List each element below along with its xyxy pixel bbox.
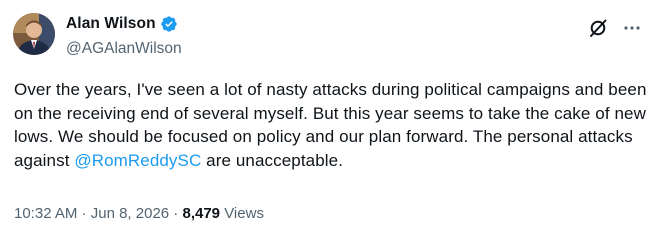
meta-separator: · [77,205,91,222]
author-name-row: Alan Wilson [66,14,178,34]
tweet-text: Over the years, I've seen a lot of nasty… [14,78,654,172]
grok-button[interactable] [588,18,608,38]
tweet-time[interactable]: 10:32 AM [14,204,77,224]
more-options-button[interactable] [622,18,642,38]
author-handle[interactable]: @AGAlanWilson [66,39,182,59]
views-label: Views [220,205,264,222]
author-name[interactable]: Alan Wilson [66,14,156,34]
tweet-text-after-mention: are unacceptable. [201,150,344,170]
avatar[interactable] [13,13,55,55]
views-count[interactable]: 8,479 [182,204,220,224]
avatar-image [13,13,55,55]
tweet-meta: 10:32 AM · Jun 8, 2026 · 8,479 Views [14,204,264,224]
tweet-date[interactable]: Jun 8, 2026 [91,204,169,224]
meta-separator: · [169,205,183,222]
verified-badge-icon[interactable] [160,15,178,33]
slashed-circle-icon [590,19,607,37]
ellipsis-icon [624,26,640,30]
mention-link[interactable]: @RomReddySC [74,151,201,170]
header-actions [588,18,642,38]
tweet-card: Alan Wilson @AGAlanWilson Over the years… [0,0,660,243]
